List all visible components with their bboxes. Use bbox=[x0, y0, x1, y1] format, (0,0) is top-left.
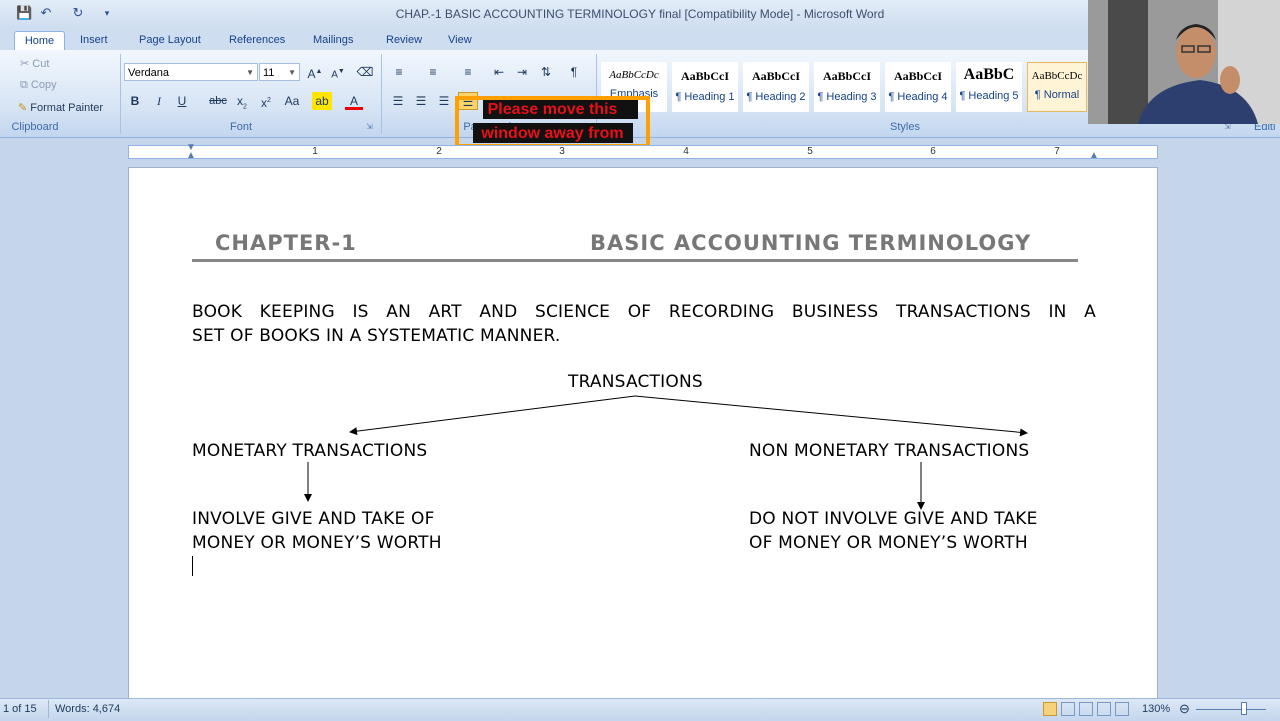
text-cursor bbox=[192, 556, 193, 576]
page-count[interactable]: 1 of 15 bbox=[3, 703, 37, 715]
diagram-arrows bbox=[304, 395, 1028, 510]
non-monetary-label: NON MONETARY TRANSACTIONS bbox=[749, 441, 1030, 461]
non-monetary-desc-line-2: OF MONEY OR MONEY’S WORTH bbox=[749, 533, 1028, 553]
non-monetary-desc-line-1: DO NOT INVOLVE GIVE AND TAKE bbox=[749, 509, 1038, 529]
zoom-level[interactable]: 130% bbox=[1142, 703, 1170, 715]
monetary-label: MONETARY TRANSACTIONS bbox=[192, 441, 428, 461]
zoom-out-icon[interactable]: ⊖ bbox=[1179, 701, 1190, 717]
monetary-desc-line-2: MONEY OR MONEY’S WORTH bbox=[192, 533, 442, 553]
divider bbox=[48, 700, 49, 718]
word-count[interactable]: Words: 4,674 bbox=[55, 703, 120, 715]
view-buttons bbox=[1043, 702, 1133, 716]
monetary-desc-line-1: INVOLVE GIVE AND TAKE OF bbox=[192, 509, 435, 529]
full-screen-reading-icon[interactable] bbox=[1061, 702, 1075, 716]
zoom-slider-thumb[interactable] bbox=[1241, 702, 1247, 715]
outline-icon[interactable] bbox=[1097, 702, 1111, 716]
zoom-slider[interactable] bbox=[1196, 709, 1266, 710]
draft-icon[interactable] bbox=[1115, 702, 1129, 716]
web-layout-icon[interactable] bbox=[1079, 702, 1093, 716]
print-layout-icon[interactable] bbox=[1043, 702, 1057, 716]
